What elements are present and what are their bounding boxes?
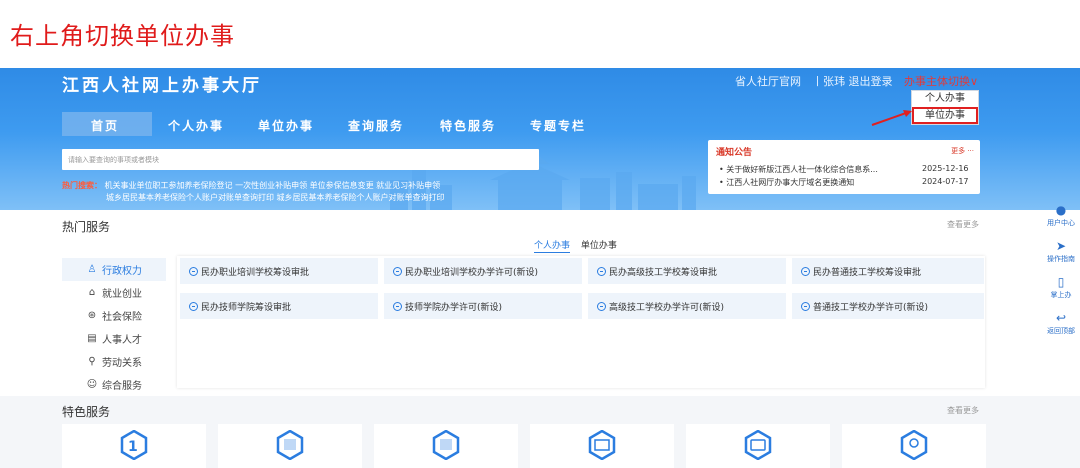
subject-switch-dropdown: 个人办事 单位办事	[911, 90, 979, 125]
screenshot-root: 右上角切换单位办事 江西人社网上办事大厅 省人社厅官网 丨张玮 退出登录 办事主…	[0, 0, 1080, 468]
category-admin-power[interactable]: ♙ 行政权力	[62, 258, 166, 281]
service-item[interactable]: 高级技工学校办学许可(新设)	[588, 293, 786, 319]
service-item[interactable]: 民办职业培训学校办学许可(新设)	[384, 258, 582, 284]
sidebar-back-to-top[interactable]: ↩ 返回顶部	[1042, 309, 1080, 345]
service-dot-icon	[393, 301, 402, 311]
featured-card[interactable]	[530, 424, 674, 468]
nav-query[interactable]: 查询服务	[348, 117, 404, 133]
service-item[interactable]: 民办普通技工学校筹设审批	[792, 258, 984, 284]
service-item[interactable]: 民办技师学院筹设审批	[180, 293, 378, 319]
book-icon	[588, 430, 616, 460]
in-province-icon	[432, 430, 460, 460]
featured-card[interactable]: 1	[62, 424, 206, 468]
service-icon: ☺	[86, 379, 98, 390]
notice-more-link[interactable]: 更多 ···	[951, 146, 974, 156]
notice-panel: 通知公告 更多 ··· • 关于做好新版江西人社一体化综合信息系... 2025…	[708, 140, 980, 194]
service-dot-icon	[393, 266, 402, 276]
service-dot-icon	[189, 266, 198, 276]
cross-province-icon	[276, 430, 304, 460]
subject-switch-menu[interactable]: 办事主体切换∨	[904, 73, 978, 89]
paper-plane-icon: ➤	[1055, 239, 1067, 253]
arrow-pointer-icon	[871, 110, 912, 126]
hot-services-title: 热门服务	[62, 220, 111, 234]
mobile-icon: ▯	[1057, 275, 1065, 289]
notice-item[interactable]: • 江西人社网厅办事大厅域名更换通知	[719, 177, 854, 188]
search-input[interactable]: 请输入要查询的事项或者模块	[62, 149, 539, 170]
category-list: ♙ 行政权力 ⌂ 就业创业 ⊛ 社会保险 ▤ 人事人才 ⚲ 劳动关系 ☺ 综合服…	[62, 258, 166, 396]
hot-services-more-link[interactable]: 查看更多	[947, 219, 979, 230]
nav-topics[interactable]: 专题专栏	[530, 117, 586, 133]
nav-home[interactable]: 首页	[91, 117, 119, 133]
sidebar-mobile[interactable]: ▯ 掌上办	[1042, 273, 1080, 309]
service-item[interactable]: 技师学院办学许可(新设)	[384, 293, 582, 319]
featured-card[interactable]	[374, 424, 518, 468]
featured-card[interactable]	[842, 424, 986, 468]
shield-icon: ⊛	[87, 310, 97, 321]
service-dot-icon	[801, 301, 810, 311]
instruction-caption: 右上角切换单位办事	[10, 22, 235, 50]
service-dot-icon	[597, 301, 606, 311]
right-sidebar: ● 用户中心 ➤ 操作指南 ▯ 掌上办 ↩ 返回顶部	[1042, 201, 1080, 345]
service-dot-icon	[189, 301, 198, 311]
notice-date: 2025-12-16	[922, 164, 969, 173]
category-general-services[interactable]: ☺ 综合服务	[62, 373, 166, 396]
notice-date: 2024-07-17	[922, 177, 969, 186]
one-visit-icon: 1	[120, 430, 148, 460]
user-center-icon: ●	[1055, 203, 1067, 217]
featured-services-title: 特色服务	[62, 405, 111, 419]
service-item[interactable]: 民办高级技工学校筹设审批	[588, 258, 786, 284]
sidebar-guide[interactable]: ➤ 操作指南	[1042, 237, 1080, 273]
location-icon	[900, 430, 928, 460]
id-card-icon	[744, 430, 772, 460]
service-dot-icon	[801, 266, 810, 276]
dropdown-item-personal[interactable]: 个人办事	[912, 91, 978, 107]
hot-search-label: 热门搜索：	[62, 181, 102, 190]
back-arrow-icon: ↩	[1055, 311, 1067, 325]
user-icon: ⚲	[88, 356, 96, 367]
hot-search-line-1[interactable]: 机关事业单位职工参加养老保险登记 一次性创业补贴申领 单位参保信息变更 就业见习…	[105, 181, 441, 190]
svg-text:1: 1	[128, 439, 138, 455]
briefcase-icon: ⌂	[88, 287, 96, 298]
service-tabs: 个人办事 单位办事	[534, 238, 617, 253]
hot-search-line-2[interactable]: 城乡居民基本养老保险个人账户对账单查询打印 城乡居民基本养老保险个人账户对账单查…	[62, 192, 445, 204]
person-icon: ♙	[87, 264, 97, 275]
document-icon: ▤	[87, 333, 97, 344]
official-site-link[interactable]: 省人社厅官网	[735, 73, 801, 89]
sidebar-user-center[interactable]: ● 用户中心	[1042, 201, 1080, 237]
featured-card[interactable]	[218, 424, 362, 468]
notice-item[interactable]: • 关于做好新版江西人社一体化综合信息系...	[719, 164, 878, 175]
user-logout-link[interactable]: 丨张玮 退出登录	[812, 73, 893, 89]
category-labor-relations[interactable]: ⚲ 劳动关系	[62, 350, 166, 373]
notice-title: 通知公告	[716, 148, 753, 158]
service-item[interactable]: 民办职业培训学校筹设审批	[180, 258, 378, 284]
service-dot-icon	[597, 266, 606, 276]
dropdown-item-unit[interactable]: 单位办事	[912, 107, 978, 124]
nav-unit[interactable]: 单位办事	[258, 117, 314, 133]
category-social-insurance[interactable]: ⊛ 社会保险	[62, 304, 166, 327]
site-title: 江西人社网上办事大厅	[62, 76, 262, 96]
nav-personal[interactable]: 个人办事	[168, 117, 224, 133]
service-item[interactable]: 普通技工学校办学许可(新设)	[792, 293, 984, 319]
hot-search: 热门搜索： 机关事业单位职工参加养老保险登记 一次性创业补贴申领 单位参保信息变…	[62, 180, 445, 204]
category-employment[interactable]: ⌂ 就业创业	[62, 281, 166, 304]
tab-personal[interactable]: 个人办事	[534, 241, 571, 253]
nav-featured[interactable]: 特色服务	[440, 117, 496, 133]
category-personnel-talent[interactable]: ▤ 人事人才	[62, 327, 166, 350]
featured-card[interactable]	[686, 424, 830, 468]
tab-unit[interactable]: 单位办事	[581, 241, 617, 251]
featured-services-more-link[interactable]: 查看更多	[947, 405, 979, 416]
